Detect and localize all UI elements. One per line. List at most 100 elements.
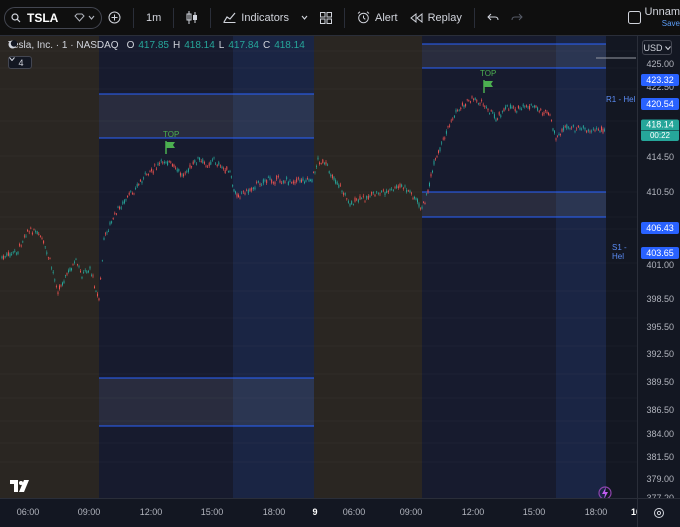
- candle-body: [331, 174, 333, 178]
- candle-body: [31, 232, 33, 235]
- candle-body: [181, 174, 183, 176]
- time-axis-label: 15:00: [200, 507, 224, 517]
- candle-body: [564, 126, 566, 127]
- candle-body: [336, 182, 338, 185]
- candle-body: [69, 268, 71, 271]
- candle-body: [362, 195, 364, 197]
- layout-save-status: Save: [661, 19, 680, 28]
- candle-body: [105, 233, 106, 235]
- candle-body: [46, 252, 48, 254]
- candle-body: [41, 238, 43, 239]
- candle-body: [517, 105, 519, 109]
- candle-body: [159, 163, 161, 165]
- candle-body: [330, 174, 332, 177]
- candle-body: [511, 106, 513, 109]
- candle-body: [235, 191, 236, 194]
- candle-body: [458, 109, 460, 111]
- candle-body: [254, 187, 256, 190]
- r1-level-label: R1 - Hel: [606, 95, 636, 104]
- candle-body: [599, 130, 601, 132]
- chart-settings-button[interactable]: [637, 498, 680, 527]
- candle-body: [579, 127, 581, 130]
- candle-body: [299, 180, 301, 182]
- candle-body: [577, 125, 579, 128]
- layouts-button[interactable]: [314, 6, 338, 30]
- redo-button[interactable]: [505, 6, 529, 30]
- candle-body: [364, 201, 366, 203]
- candle-body: [447, 126, 449, 128]
- candle-body: [9, 253, 11, 257]
- candle-body: [414, 196, 415, 199]
- candle-body: [35, 231, 37, 232]
- candle-body: [433, 160, 435, 165]
- candle-body: [272, 182, 274, 184]
- toolbar-divider: [473, 7, 475, 28]
- candle-body: [269, 177, 271, 180]
- indicators-button[interactable]: Indicators: [217, 6, 295, 30]
- price-chart-canvas[interactable]: [0, 36, 637, 498]
- symbol-type-selector[interactable]: [74, 13, 95, 22]
- candle-body: [554, 130, 555, 134]
- time-axis[interactable]: 06:00 09:00 12:00 15:00 18:00 9 06:00 09:00 12:0…: [0, 498, 641, 527]
- candle-body: [586, 130, 588, 133]
- candle-body: [194, 160, 196, 163]
- support-zone: [99, 378, 314, 426]
- candle-body: [492, 112, 494, 114]
- candle-body: [91, 274, 92, 276]
- candle-body: [449, 125, 451, 127]
- symbol-legend[interactable]: Tesla, Inc. · 1 · NASDAQ O 417.85 H 418.14…: [8, 40, 305, 51]
- candle-body: [584, 127, 586, 130]
- candle-body: [308, 179, 310, 182]
- compare-add-button[interactable]: [102, 6, 127, 30]
- candle-body: [244, 192, 246, 195]
- candle-body: [407, 190, 409, 192]
- time-axis-label: 06:00: [16, 507, 40, 517]
- candle-body: [404, 185, 406, 187]
- candle-body: [420, 208, 421, 210]
- candle-body: [262, 179, 264, 184]
- candle-body: [354, 197, 356, 202]
- layout-name[interactable]: Unnam Save: [645, 6, 680, 28]
- candle-body: [503, 108, 505, 112]
- candle-body: [525, 105, 527, 107]
- price-axis[interactable]: USD 425.00 422.50 414.50 410.50 401.00 398.50…: [637, 36, 680, 503]
- candle-body: [347, 201, 349, 203]
- candle-body: [72, 264, 74, 266]
- indicators-collapse-toggle[interactable]: 4: [8, 56, 32, 69]
- candle-body: [592, 128, 594, 130]
- candle-body: [427, 189, 429, 193]
- candle-body: [366, 196, 368, 199]
- candle-body: [138, 183, 140, 185]
- candle-body: [197, 157, 199, 159]
- candle-body: [27, 229, 29, 232]
- candle-body: [291, 182, 293, 184]
- candle-body: [106, 232, 108, 234]
- candle-body: [98, 298, 100, 301]
- alert-button[interactable]: Alert: [351, 6, 404, 30]
- currency-selector[interactable]: USD: [642, 40, 672, 55]
- indicators-dropdown[interactable]: [295, 6, 314, 30]
- candle-body: [109, 222, 111, 225]
- candle-body: [120, 207, 122, 209]
- candle-body: [14, 250, 16, 252]
- interval-button[interactable]: 1m: [140, 6, 167, 30]
- candle-body: [341, 191, 343, 193]
- candle-body: [335, 180, 337, 184]
- candle-body: [361, 197, 363, 199]
- undo-button[interactable]: [481, 6, 505, 30]
- candle-body: [114, 212, 116, 214]
- candle-body: [382, 189, 384, 191]
- symbol-search[interactable]: TSLA: [4, 6, 102, 29]
- chart-type-button[interactable]: [180, 6, 204, 30]
- candle-body: [399, 183, 401, 188]
- candle-body: [52, 271, 54, 274]
- candle-body: [251, 188, 253, 191]
- candle-body: [183, 174, 185, 177]
- chart-pane[interactable]: Tesla, Inc. · 1 · NASDAQ O 417.85 H 418.14…: [0, 36, 637, 498]
- undo-icon: [487, 13, 499, 22]
- fullscreen-toggle[interactable]: [622, 6, 647, 30]
- candle-body: [38, 233, 40, 235]
- replay-button[interactable]: Replay: [404, 6, 468, 30]
- r1-top-price-tag: 423.32: [641, 74, 679, 86]
- candle-body: [227, 171, 229, 172]
